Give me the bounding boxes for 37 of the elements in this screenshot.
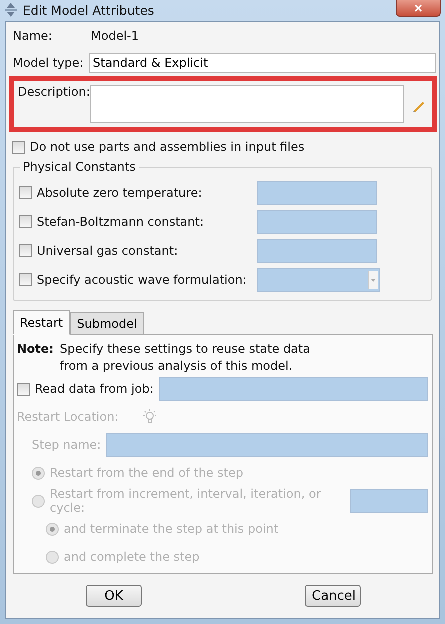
constant-label: Universal gas constant:: [37, 244, 180, 258]
tab[interactable]: Submodel: [70, 312, 144, 335]
description-field[interactable]: [90, 85, 404, 123]
checkbox-label: Do not use parts and assemblies in input files: [30, 140, 305, 154]
formulation-dropdown[interactable]: [257, 268, 380, 292]
pencil-icon[interactable]: [412, 99, 426, 113]
tab[interactable]: Restart: [13, 310, 70, 335]
window-title: Edit Model Attributes: [23, 2, 154, 18]
ok-button[interactable]: OK: [86, 585, 142, 607]
checkbox[interactable]: [12, 140, 25, 154]
constant-field[interactable]: [257, 180, 377, 204]
name-label: Name:: [12, 28, 54, 42]
note-label: Note:: [17, 341, 54, 358]
job-field[interactable]: [158, 377, 428, 401]
checkbox[interactable]: [19, 215, 32, 228]
model-type-field[interactable]: Standard & Explicit: [89, 52, 436, 72]
cancel-button[interactable]: Cancel: [305, 585, 361, 607]
app-icon: [4, 3, 18, 17]
note-text: Specify these settings to reuse state data from a previous analysis of this model.: [60, 341, 310, 375]
read-data-label: Read data from job:: [35, 382, 154, 396]
model-type-label: Model type:: [12, 56, 85, 70]
option-label: and terminate the step at this point: [64, 522, 279, 536]
group-title: Physical Constants: [20, 160, 139, 174]
checkbox[interactable]: [19, 244, 32, 257]
constant-field[interactable]: [257, 238, 377, 262]
step-name-label: Step name:: [32, 438, 102, 452]
constant-field[interactable]: [257, 210, 377, 234]
restart-location-label: Restart Location:: [17, 410, 119, 424]
constant-label: Specify acoustic wave formulation:: [37, 272, 248, 286]
checkbox[interactable]: [19, 273, 32, 286]
option-label: and complete the step: [64, 550, 200, 564]
constant-label: Absolute zero temperature:: [37, 186, 204, 200]
option-label: Restart from increment, interval, iteration, or cycle:: [50, 487, 322, 515]
name-value: Model-1: [90, 28, 139, 42]
constant-label: Stefan-Boltzmann constant:: [37, 214, 205, 228]
checkbox[interactable]: [19, 186, 32, 199]
option-label: Restart from the end of the step: [50, 466, 244, 480]
